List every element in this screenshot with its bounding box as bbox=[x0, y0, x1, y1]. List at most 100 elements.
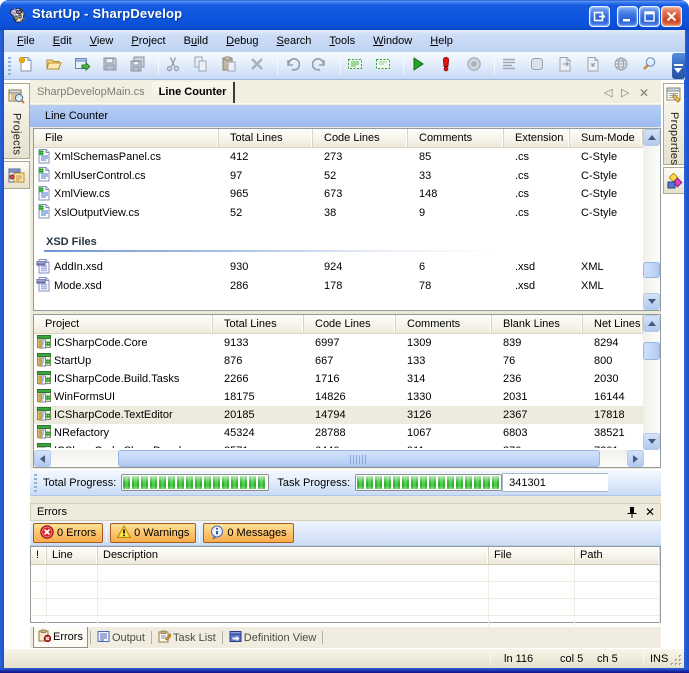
file-table-vscrollbar[interactable] bbox=[643, 129, 660, 310]
scroll-thumb[interactable] bbox=[643, 262, 660, 278]
errors-grid-col-severity[interactable]: ! bbox=[31, 547, 47, 564]
errors-grid-col-file[interactable]: File bbox=[489, 547, 575, 564]
menu-window[interactable]: Window bbox=[364, 32, 421, 50]
menu-edit[interactable]: Edit bbox=[44, 32, 81, 50]
toolbar-overflow-button[interactable] bbox=[672, 53, 685, 79]
open-folder-button[interactable] bbox=[43, 54, 65, 77]
project-table-col-project[interactable]: Project bbox=[34, 315, 213, 333]
project-table-col-blank-lines[interactable]: Blank Lines bbox=[492, 315, 583, 333]
project-table-col-total-lines[interactable]: Total Lines bbox=[213, 315, 304, 333]
bottom-tab-task-list[interactable]: Task List bbox=[154, 627, 220, 648]
table-row[interactable]: NRefactory45324287881067680338521 bbox=[34, 424, 660, 442]
table-row[interactable]: XmlSchemasPanel.cs41227385.csC-Style bbox=[34, 148, 660, 167]
paste-button[interactable] bbox=[218, 54, 240, 77]
menu-file[interactable]: File bbox=[8, 32, 44, 50]
breakpoint-button[interactable] bbox=[526, 54, 548, 77]
cut-button[interactable] bbox=[162, 54, 184, 77]
file-table-col-comments[interactable]: Comments bbox=[408, 129, 504, 147]
undock-button[interactable] bbox=[589, 6, 610, 27]
redo-button[interactable] bbox=[309, 54, 331, 77]
table-row[interactable]: ICSharpCode.Build.Tasks22661716314236203… bbox=[34, 370, 660, 388]
table-row[interactable]: ICSharpCode.TextEditor201851479431262367… bbox=[34, 406, 660, 424]
scroll-up-icon[interactable] bbox=[643, 315, 660, 332]
project-table-col-net-lines[interactable]: Net Lines bbox=[583, 315, 643, 333]
file-table-col-total-lines[interactable]: Total Lines bbox=[219, 129, 313, 147]
errors-close-icon[interactable]: ✕ bbox=[645, 505, 655, 519]
menu-help[interactable]: Help bbox=[421, 32, 462, 50]
scroll-down-icon[interactable] bbox=[643, 433, 660, 450]
table-row[interactable]: ICSharpCode.Core9133699713098398294 bbox=[34, 334, 660, 352]
table-row[interactable]: Mode.xsd28617878.xsdXML bbox=[34, 277, 660, 296]
tab-scroll-back-icon[interactable]: ◁ bbox=[604, 86, 612, 99]
table-row[interactable]: ICSharpCode.SharpDevelop8571644091137072… bbox=[34, 442, 660, 448]
sidebar-tab-properties[interactable]: Properties bbox=[663, 83, 684, 165]
table-row[interactable]: AddIn.xsd9309246.xsdXML bbox=[34, 258, 660, 277]
tab-line-counter[interactable]: Line Counter bbox=[152, 82, 236, 103]
step-into-button[interactable] bbox=[582, 54, 604, 77]
file-table-col-file[interactable]: File bbox=[34, 129, 219, 147]
file-table-col-sum-mode[interactable]: Sum-Mode bbox=[570, 129, 643, 147]
table-row[interactable]: WinFormsUI18175148261330203116144 bbox=[34, 388, 660, 406]
resize-grip-icon[interactable] bbox=[671, 655, 683, 667]
sidebar-tab-classes[interactable] bbox=[4, 161, 30, 189]
task-list-button[interactable] bbox=[498, 54, 520, 77]
run-button[interactable] bbox=[407, 54, 429, 77]
table-row[interactable]: XslOutputView.cs52389.csC-Style bbox=[34, 204, 660, 223]
scroll-right-icon[interactable] bbox=[627, 450, 644, 467]
sidebar-tab-tools[interactable] bbox=[663, 167, 684, 194]
table-row[interactable]: XmlUserControl.cs975233.csC-Style bbox=[34, 167, 660, 186]
menu-project[interactable]: Project bbox=[122, 32, 174, 50]
scroll-thumb[interactable] bbox=[118, 450, 600, 467]
bottom-tab-errors[interactable]: Errors bbox=[33, 627, 88, 648]
new-file-button[interactable] bbox=[15, 54, 37, 77]
menu-build[interactable]: Build bbox=[175, 32, 217, 50]
run-without-debugger-button[interactable] bbox=[435, 54, 457, 77]
save-button[interactable] bbox=[99, 54, 121, 77]
uncomment-region-button[interactable] bbox=[372, 54, 394, 77]
table-row[interactable]: StartUp87666713376800 bbox=[34, 352, 660, 370]
scroll-left-icon[interactable] bbox=[34, 450, 51, 467]
menu-tools[interactable]: Tools bbox=[320, 32, 364, 50]
errors-grid-col-line[interactable]: Line bbox=[47, 547, 98, 564]
warnings-filter-button[interactable]: 0 Warnings bbox=[110, 523, 196, 543]
cell-text: 286 bbox=[219, 280, 313, 292]
delete-button[interactable] bbox=[246, 54, 268, 77]
step-over-button[interactable] bbox=[554, 54, 576, 77]
file-table-col-code-lines[interactable]: Code Lines bbox=[313, 129, 408, 147]
comment-region-button[interactable] bbox=[344, 54, 366, 77]
minimize-button[interactable] bbox=[617, 6, 638, 27]
scroll-up-icon[interactable] bbox=[643, 129, 660, 146]
file-table-col-extension[interactable]: Extension bbox=[504, 129, 570, 147]
errors-grid-col-description[interactable]: Description bbox=[98, 547, 489, 564]
tab-close-icon[interactable]: ✕ bbox=[639, 86, 649, 100]
messages-filter-button[interactable]: 0 Messages bbox=[203, 523, 293, 543]
table-row[interactable]: XmlView.cs965673148.csC-Style bbox=[34, 185, 660, 204]
menu-search[interactable]: Search bbox=[268, 32, 321, 50]
project-table-col-code-lines[interactable]: Code Lines bbox=[304, 315, 396, 333]
titlebar[interactable]: StartUp - SharpDevelop bbox=[0, 0, 689, 30]
project-table-hscrollbar[interactable] bbox=[34, 450, 644, 467]
tab-sharpdevelopmain[interactable]: SharpDevelopMain.cs bbox=[30, 82, 152, 103]
errors-grid-col-path[interactable]: Path bbox=[575, 547, 660, 564]
save-all-button[interactable] bbox=[127, 54, 149, 77]
copy-button[interactable] bbox=[190, 54, 212, 77]
search-button[interactable] bbox=[638, 54, 660, 77]
close-button[interactable] bbox=[661, 6, 682, 27]
bottom-tab-output[interactable]: Output bbox=[93, 627, 149, 648]
menu-view[interactable]: View bbox=[81, 32, 123, 50]
scroll-thumb[interactable] bbox=[643, 342, 660, 360]
stop-button[interactable] bbox=[463, 54, 485, 77]
scroll-down-icon[interactable] bbox=[643, 293, 660, 310]
sidebar-tab-projects[interactable]: Projects bbox=[4, 83, 30, 159]
web-browser-button[interactable] bbox=[610, 54, 632, 77]
pin-icon[interactable] bbox=[626, 506, 638, 519]
undo-button[interactable] bbox=[281, 54, 303, 77]
menu-debug[interactable]: Debug bbox=[217, 32, 267, 50]
tab-scroll-forward-icon[interactable]: ▷ bbox=[621, 86, 629, 99]
project-table-vscrollbar[interactable] bbox=[643, 315, 660, 450]
project-table-col-comments[interactable]: Comments bbox=[396, 315, 492, 333]
bottom-tab-definition-view[interactable]: Definition View bbox=[225, 627, 321, 648]
open-project-button[interactable] bbox=[71, 54, 93, 77]
errors-filter-button[interactable]: 0 Errors bbox=[33, 523, 103, 543]
maximize-button[interactable] bbox=[639, 6, 660, 27]
